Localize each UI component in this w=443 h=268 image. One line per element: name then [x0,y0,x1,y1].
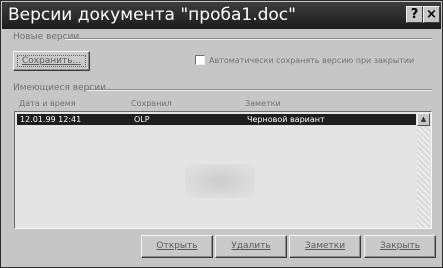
delete-button[interactable]: Удалить [215,235,287,258]
close-button-label: Закрыть [379,241,421,251]
comments-button[interactable]: Заметки [289,235,361,258]
vertical-scrollbar-track[interactable] [417,126,430,227]
versions-list[interactable]: 12.01.99 12:41 OLP Черновой вариант ▲ [14,111,432,229]
table-row[interactable]: 12.01.99 12:41 OLP Черновой вариант [17,114,416,125]
auto-save-label: Автоматически сохранять версию при закры… [209,56,415,65]
comments-button-label: Заметки [304,241,346,251]
delete-button-label: Удалить [231,241,271,251]
row-saved-by: OLP [134,115,150,124]
help-button[interactable]: ? [406,6,423,23]
row-datetime: 12.01.99 12:41 [20,115,82,124]
auto-save-checkbox[interactable] [195,55,205,65]
title-bar: Версии документа "проба1.doc" ? × [2,2,441,29]
new-versions-divider [65,38,432,40]
row-comment: Черновой вариант [247,115,325,124]
column-header-saved-by[interactable]: Сохранил [131,98,172,109]
close-icon[interactable]: × [423,6,440,23]
column-header-datetime[interactable]: Дата и время [19,98,76,109]
existing-versions-divider [87,89,432,91]
save-now-label: Сохранить... [21,56,82,66]
empty-area-artifact [185,164,255,198]
open-button[interactable]: Открыть [141,235,213,258]
close-button[interactable]: Закрыть [364,235,436,258]
open-button-label: Открыть [156,241,198,251]
dialog-title: Версии документа "проба1.doc" [8,5,296,25]
versions-dialog: Версии документа "проба1.doc" ? × Новые … [0,0,443,268]
column-header-comment[interactable]: Заметки [245,98,281,109]
scroll-up-icon[interactable]: ▲ [417,113,430,126]
save-now-button[interactable]: Сохранить... [13,51,90,71]
